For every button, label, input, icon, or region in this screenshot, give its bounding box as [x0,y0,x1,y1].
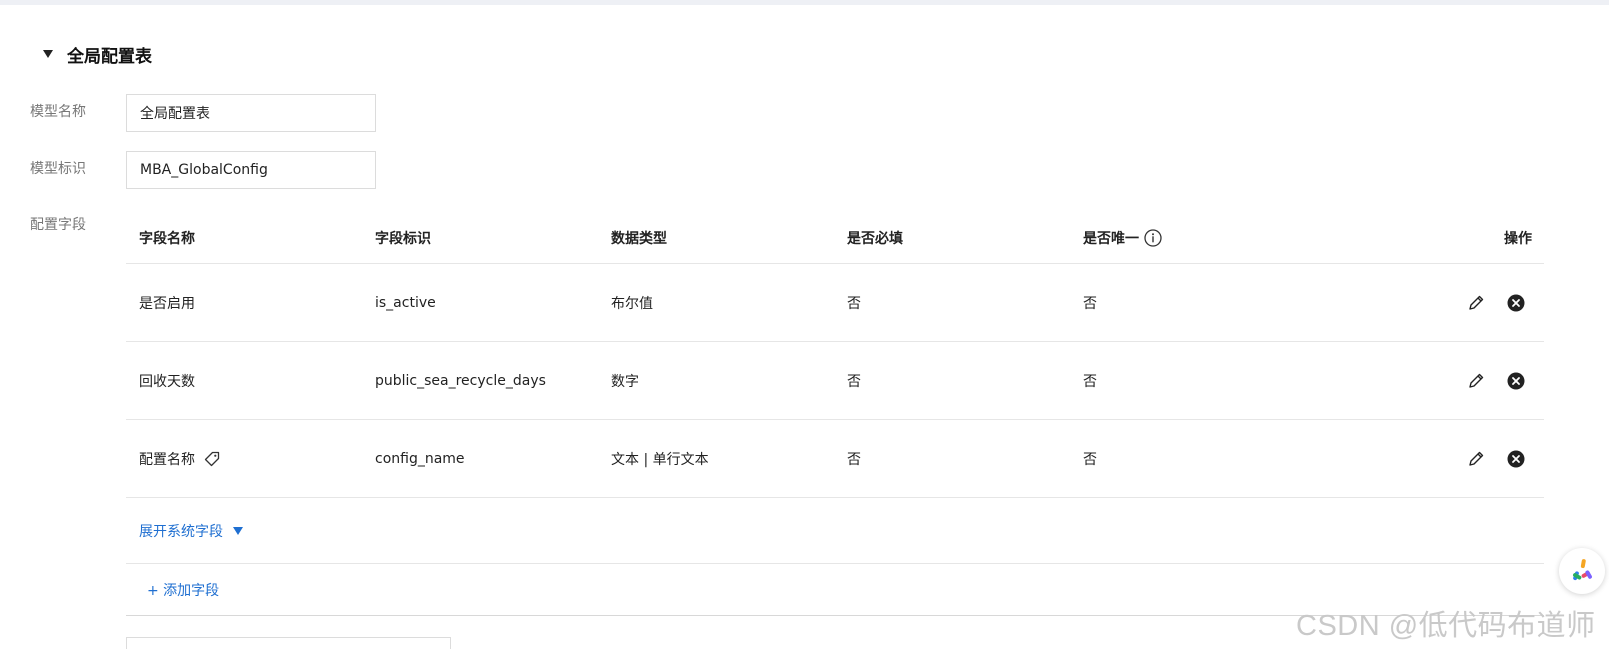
caret-down-icon[interactable] [43,50,53,58]
expand-system-fields-link[interactable]: 展开系统字段 [139,498,243,563]
header-actions: 操作 [1504,230,1532,247]
row-field-id: is_active [375,294,436,311]
header-unique: 是否唯一 [1083,212,1162,263]
header-unique-label: 是否唯一 [1083,230,1139,247]
tag-icon [203,450,221,468]
row-actions [1466,420,1526,497]
row-actions [1466,264,1526,341]
row-field-name: 是否启用 [139,295,195,312]
close-circle-icon[interactable] [1506,449,1526,469]
header-data-type: 数据类型 [611,230,667,247]
row-required: 否 [847,373,861,390]
table-row: 配置名称 config_name 文本 | 单行文本 否 否 [126,420,1544,498]
row-data-type: 文本 | 单行文本 [611,451,709,468]
row-unique: 否 [1083,451,1097,468]
pencil-icon[interactable] [1466,371,1486,391]
row-data-type: 数字 [611,373,639,390]
row-required: 否 [847,295,861,312]
section-header[interactable]: 全局配置表 [40,42,152,67]
header-required: 是否必填 [847,230,903,247]
close-circle-icon[interactable] [1506,293,1526,313]
row-field-name: 配置名称 [139,420,221,497]
add-field-button[interactable]: + 添加字段 [147,564,219,615]
model-id-label: 模型标识 [30,161,86,177]
pencil-icon[interactable] [1466,293,1486,313]
top-strip [0,0,1609,5]
close-circle-icon[interactable] [1506,371,1526,391]
table-row: 是否启用 is_active 布尔值 否 否 [126,264,1544,342]
model-name-input[interactable]: 全局配置表 [126,94,376,132]
expand-system-fields-row: 展开系统字段 [126,498,1544,564]
caret-down-icon [233,526,243,535]
row-field-name: 回收天数 [139,373,195,390]
row-required: 否 [847,451,861,468]
table-row: 回收天数 public_sea_recycle_days 数字 否 否 [126,342,1544,420]
section-title: 全局配置表 [67,46,152,67]
expand-system-fields-label: 展开系统字段 [139,523,223,540]
model-name-label: 模型名称 [30,104,86,120]
fields-table: 字段名称 字段标识 数据类型 是否必填 是否唯一 操作 是否启用 is_acti… [126,212,1544,616]
header-field-id: 字段标识 [375,230,431,247]
row-field-id: config_name [375,450,465,467]
row-field-id: public_sea_recycle_days [375,372,546,389]
table-header-row: 字段名称 字段标识 数据类型 是否必填 是否唯一 操作 [126,212,1544,264]
watermark: CSDN @低代码布道师 [1296,610,1596,642]
assistant-icon [1573,559,1592,581]
next-input-partial[interactable] [126,637,451,649]
pencil-icon[interactable] [1466,449,1486,469]
info-circle-icon[interactable] [1144,228,1162,247]
row-unique: 否 [1083,295,1097,312]
row-field-name-label: 配置名称 [139,451,195,468]
model-id-input[interactable]: MBA_GlobalConfig [126,151,376,189]
config-fields-label: 配置字段 [30,217,86,233]
row-unique: 否 [1083,373,1097,390]
row-data-type: 布尔值 [611,295,653,312]
row-actions [1466,342,1526,419]
header-field-name: 字段名称 [139,230,195,247]
assistant-float-button[interactable] [1559,548,1605,594]
